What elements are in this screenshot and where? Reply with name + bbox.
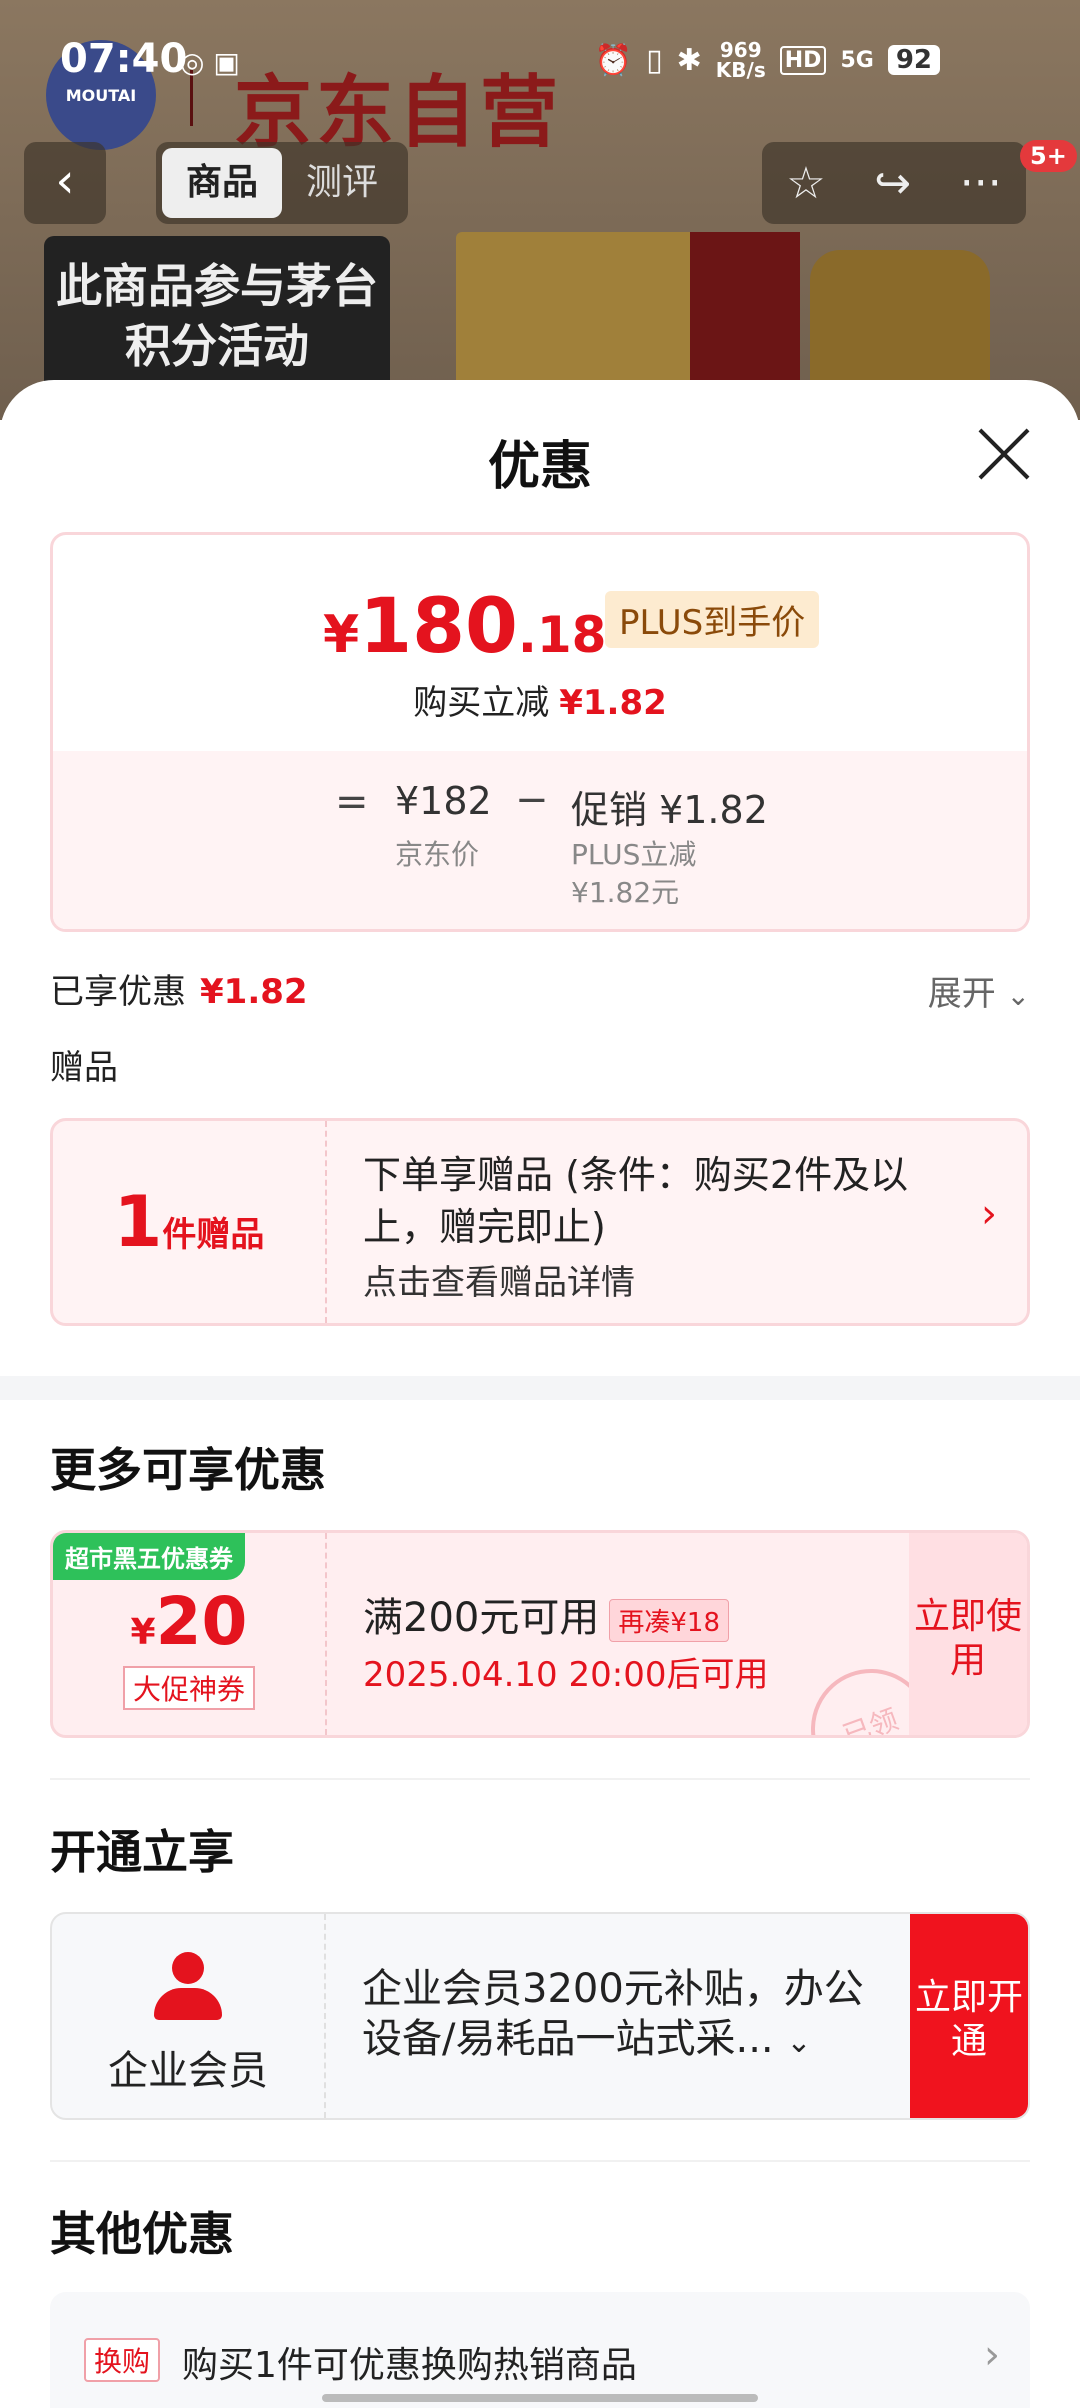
star-icon[interactable]: ☆ xyxy=(786,158,825,209)
chevron-down-icon: ⌄ xyxy=(1006,979,1030,1012)
other-discount-title: 其他优惠 xyxy=(50,2207,234,2261)
tab-product[interactable]: 商品 xyxy=(162,148,282,218)
expand-label: 展开 xyxy=(927,974,996,1014)
jd-price-label: 京东价 xyxy=(395,838,480,871)
trade-in-row[interactable]: 换购 购买1件可优惠换购热销商品 › xyxy=(50,2292,1030,2408)
coupon-amount-value: 20 xyxy=(155,1583,248,1660)
price-breakdown: = ¥182 京东价 − 促销 ¥1.82 PLUS立减 ¥1.82元 xyxy=(53,751,1027,929)
minus-sign: − xyxy=(515,777,549,823)
trade-in-tag: 换购 xyxy=(84,2338,161,2382)
separator xyxy=(50,1778,1030,1780)
instant-reduce-amount: ¥1.82 xyxy=(559,683,667,723)
coupon-condition: 满200元可用 再凑¥18 xyxy=(363,1585,729,1643)
net-speed: 969 KB/s xyxy=(716,40,766,80)
bluetooth-icon: ✱ xyxy=(676,42,702,78)
enjoyed-label: 已享优惠 xyxy=(50,972,186,1012)
sheet-title: 优惠 xyxy=(487,437,592,497)
status-time: 07:40 xyxy=(60,36,188,82)
signal-icon: 5G xyxy=(840,47,874,73)
section-divider xyxy=(0,1376,1080,1400)
membership-badge: 企业会员 xyxy=(52,1914,326,2118)
net-speed-unit: KB/s xyxy=(715,58,766,82)
price-decimal: .18 xyxy=(517,606,607,664)
close-icon[interactable] xyxy=(976,426,1032,482)
coupon-amount: ¥20 xyxy=(53,1583,325,1660)
chevron-down-icon: ⌄ xyxy=(786,2025,812,2060)
use-coupon-button[interactable]: 立即使用 xyxy=(909,1533,1027,1735)
expand-button[interactable]: 展开 ⌄ xyxy=(928,966,1030,1015)
chevron-right-icon: › xyxy=(984,2332,1000,2378)
gift-detail-link[interactable]: 点击查看赠品详情 xyxy=(363,1255,635,1304)
coupon-ribbon: 超市黑五优惠券 xyxy=(53,1533,245,1580)
home-indicator[interactable] xyxy=(322,2394,758,2402)
equals-sign: = xyxy=(335,779,369,825)
status-app-icons: ◎ ▣ xyxy=(180,46,240,79)
gift-section-label: 赠品 xyxy=(50,1048,118,1088)
price-card: ¥180.18 PLUS到手价 购买立减 ¥1.82 = ¥182 京东价 − 促… xyxy=(50,532,1030,932)
price-summary: ¥180.18 PLUS到手价 购买立减 ¥1.82 xyxy=(53,535,1027,751)
gift-count-number: 1 xyxy=(113,1181,163,1263)
battery-icon: 92 xyxy=(887,45,940,75)
discount-sheet: 优惠 ¥180.18 PLUS到手价 购买立减 ¥1.82 = ¥182 京东价 … xyxy=(0,380,1080,2408)
tab-review[interactable]: 测评 xyxy=(282,148,402,218)
chevron-right-icon: › xyxy=(981,1191,997,1237)
coupon-currency: ¥ xyxy=(130,1612,156,1653)
membership-card: 企业会员 企业会员3200元补贴，办公设备/易耗品一站式采... ⌄ 立即开通 xyxy=(50,1912,1030,2120)
share-icon[interactable]: ↪ xyxy=(874,158,911,209)
instant-reduce: 购买立减 ¥1.82 xyxy=(53,675,1027,724)
nav-actions: ☆ ↪ ··· xyxy=(762,142,1026,224)
price-integer: 180 xyxy=(359,581,518,670)
status-bar: 07:40 ◎ ▣ ⏰ ▯ ✱ 969 KB/s HD 5G 92 xyxy=(0,0,1080,126)
plus-reduce-amount: ¥1.82元 xyxy=(571,876,680,909)
plus-reduce-label: PLUS立减 xyxy=(571,838,697,871)
coupon-condition-text: 满200元可用 xyxy=(363,1595,600,1641)
final-price: ¥180.18 xyxy=(323,581,606,670)
vibrate-icon: ▯ xyxy=(646,42,663,78)
enjoyed-discount: 已享优惠 ¥1.82 xyxy=(50,964,308,1013)
chevron-left-icon: ‹ xyxy=(55,153,75,209)
membership-description[interactable]: 企业会员3200元补贴，办公设备/易耗品一站式采... ⌄ xyxy=(362,1964,882,2068)
hd-icon: HD xyxy=(779,45,827,75)
instant-reduce-label: 购买立减 xyxy=(413,683,550,723)
product-tabs: 商品 测评 xyxy=(156,142,408,224)
back-button[interactable]: ‹ xyxy=(24,142,106,224)
price-currency: ¥ xyxy=(323,605,360,665)
alarm-icon: ⏰ xyxy=(594,42,633,78)
more-discount-title: 更多可享优惠 xyxy=(50,1443,326,1497)
user-icon xyxy=(152,1952,224,2024)
gift-count: 1件赠品 xyxy=(53,1121,327,1323)
plus-price-tag: PLUS到手价 xyxy=(605,591,820,648)
membership-title: 开通立享 xyxy=(50,1825,234,1879)
gift-count-unit: 件赠品 xyxy=(162,1215,265,1255)
trade-in-text: 购买1件可优惠换购热销商品 xyxy=(182,2345,637,2386)
jd-price: ¥182 xyxy=(395,779,492,823)
status-icons: ⏰ ▯ ✱ 969 KB/s HD 5G 92 xyxy=(595,40,940,80)
coupon-need-more: 再凑¥18 xyxy=(609,1598,729,1642)
coupon-type-tag: 大促神券 xyxy=(122,1666,255,1710)
gift-card[interactable]: 1件赠品 下单享赠品 (条件：购买2件及以上，赠完即止) 点击查看赠品详情 › xyxy=(50,1118,1030,1326)
gift-description: 下单享赠品 (条件：购买2件及以上，赠完即止) xyxy=(363,1153,909,1249)
coupon-valid-time: 2025.04.10 20:00后可用 xyxy=(363,1655,769,1695)
enjoyed-amount: ¥1.82 xyxy=(200,972,308,1012)
membership-label: 企业会员 xyxy=(108,2048,268,2094)
coupon-card: ¥20 大促神券 超市黑五优惠券 满200元可用 再凑¥18 2025.04.10… xyxy=(50,1530,1030,1738)
message-badge: 5+ xyxy=(1020,140,1077,172)
more-icon[interactable]: ··· xyxy=(960,158,1002,209)
promo-value: 促销 ¥1.82 xyxy=(571,788,768,832)
separator xyxy=(50,2160,1030,2162)
open-membership-button[interactable]: 立即开通 xyxy=(910,1914,1028,2118)
